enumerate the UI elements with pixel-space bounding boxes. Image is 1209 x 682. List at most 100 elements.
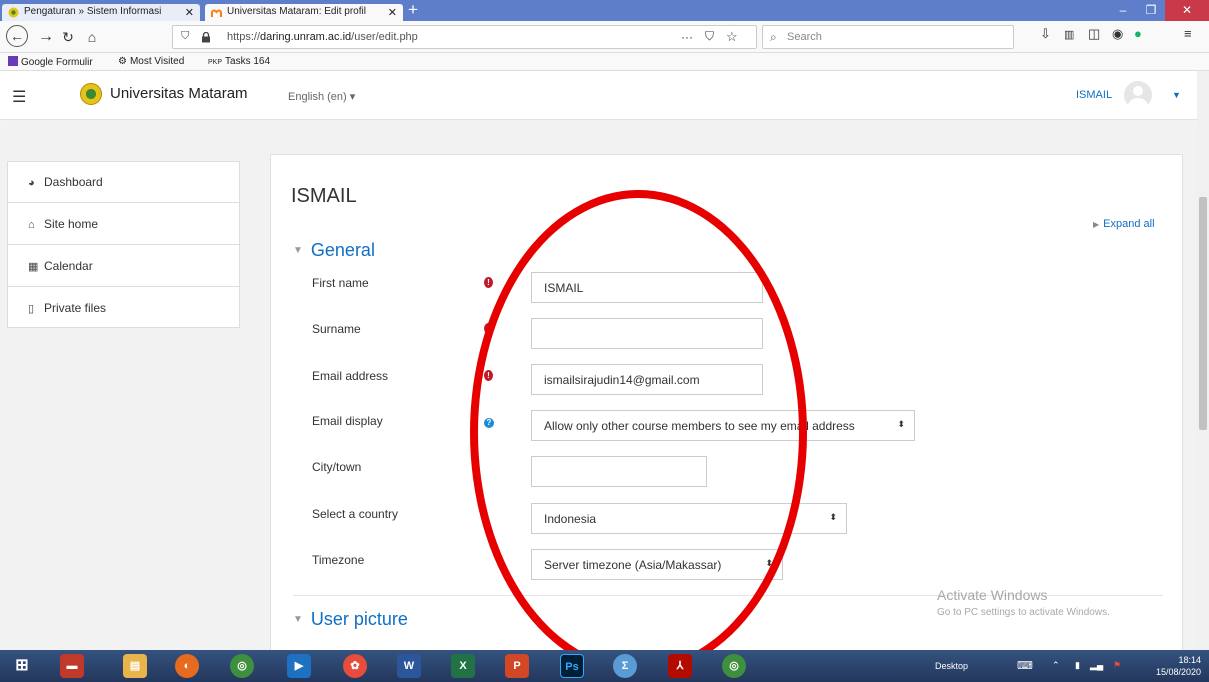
home-icon[interactable]: ⌂ xyxy=(80,25,104,49)
bookmark-google-formulir[interactable]: Google Formulir xyxy=(8,56,93,68)
desktop-toolbar[interactable]: Desktop xyxy=(935,661,995,671)
tray-chevron-icon[interactable]: ⌃ xyxy=(1052,660,1060,671)
close-tab-icon[interactable]: ✕ xyxy=(185,6,194,19)
caret-down-icon: ▼ xyxy=(293,614,303,625)
acrobat-icon[interactable]: ⅄ xyxy=(668,654,692,678)
hamburger-menu-icon[interactable]: ☰ xyxy=(12,87,26,107)
main-content: ISMAIL ▶ Expand all ▼ General First name !… xyxy=(270,154,1183,654)
email-field[interactable]: ismailsirajudin14@gmail.com xyxy=(531,364,763,395)
restore-icon[interactable]: ❐ xyxy=(1137,0,1165,21)
search-input[interactable]: ⌕ Search xyxy=(762,25,1014,49)
sidebar-item-calendar[interactable]: ▦ Calendar xyxy=(8,246,239,287)
sidebar-item-site-home[interactable]: ⌂ Site home xyxy=(8,204,239,245)
country-label: Select a country xyxy=(312,507,399,521)
search-placeholder: Search xyxy=(787,31,822,43)
expand-all-label: Expand all xyxy=(1103,218,1155,230)
window-controls: – ❐ ✕ xyxy=(1109,0,1209,21)
bookmark-most-visited[interactable]: ⚙ Most Visited xyxy=(118,56,184,67)
site-header: ☰ Universitas Mataram English (en) ▾ ISM… xyxy=(0,71,1197,120)
chrome-icon[interactable]: ◎ xyxy=(230,654,254,678)
sigma-app-icon[interactable]: Σ xyxy=(613,654,637,678)
battery-icon[interactable]: ▮ xyxy=(1075,660,1080,671)
page-actions-icon[interactable]: ··· xyxy=(681,30,693,44)
bookmark-label: Most Visited xyxy=(129,56,185,67)
window-close-icon[interactable]: ✕ xyxy=(1165,0,1209,21)
section-user-picture-toggle[interactable]: ▼ User picture xyxy=(293,609,408,630)
first-name-field[interactable]: ISMAIL xyxy=(531,272,763,303)
app-icon-paw[interactable]: ✿ xyxy=(343,654,367,678)
excel-icon[interactable]: X xyxy=(451,654,475,678)
required-icon: ! xyxy=(484,370,493,381)
sidebar-item-private-files[interactable]: ▯ Private files xyxy=(8,288,239,329)
bookmark-star-icon[interactable]: ☆ xyxy=(726,29,738,45)
pocket-icon[interactable]: ⛉ xyxy=(705,29,714,44)
signal-icon[interactable]: ▂▄ xyxy=(1090,660,1103,671)
timezone-value: Server timezone (Asia/Makassar) xyxy=(544,558,722,572)
app-icon-book[interactable]: ▬ xyxy=(60,654,84,678)
photoshop-icon[interactable]: Ps xyxy=(560,654,584,678)
reload-icon[interactable]: ↻ xyxy=(56,25,80,49)
city-field[interactable] xyxy=(531,456,707,487)
clock-date: 15/08/2020 xyxy=(1155,667,1201,677)
clock[interactable]: 18:14 15/08/2020 xyxy=(1156,654,1201,678)
site-name[interactable]: Universitas Mataram xyxy=(110,85,248,102)
extension-icon[interactable]: ● xyxy=(1134,26,1142,41)
email-display-select[interactable]: Allow only other course members to see m… xyxy=(531,410,915,441)
back-arrow-icon[interactable]: ← xyxy=(6,25,28,47)
help-icon[interactable]: ? xyxy=(484,418,494,428)
minimize-icon[interactable]: – xyxy=(1109,0,1137,21)
windows-start-icon[interactable]: ⊞ xyxy=(10,654,34,678)
expand-all-link[interactable]: ▶ Expand all xyxy=(1093,218,1155,230)
language-menu[interactable]: English (en) ▾ xyxy=(288,90,355,103)
sidebar-item-dashboard[interactable]: ◕ Dashboard xyxy=(8,162,239,203)
surname-label: Surname xyxy=(312,322,361,336)
caret-right-icon: ▶ xyxy=(1093,220,1100,229)
timezone-select[interactable]: Server timezone (Asia/Makassar) ⬍ xyxy=(531,549,783,580)
menu-icon[interactable]: ≡ xyxy=(1184,26,1192,41)
site-favicon-icon xyxy=(8,7,19,18)
close-tab-icon[interactable]: ✕ xyxy=(388,6,397,19)
scrollbar-thumb[interactable] xyxy=(1199,197,1207,430)
lock-icon xyxy=(202,32,210,43)
keyboard-icon[interactable]: ⌨ xyxy=(1017,659,1033,672)
bookmarks-bar: Google Formulir ⚙ Most Visited PKP Tasks 1… xyxy=(0,53,1209,71)
url-bar[interactable]: ⛉ https://daring.unram.ac.id/user/edit.p… xyxy=(172,25,757,49)
file-icon: ▯ xyxy=(28,303,35,315)
section-general-toggle[interactable]: ▼ General xyxy=(293,240,375,261)
page-scrollbar[interactable] xyxy=(1197,71,1209,650)
chrome-icon-2[interactable]: ◎ xyxy=(722,654,746,678)
country-select[interactable]: Indonesia ⬍ xyxy=(531,503,847,534)
bookmark-label: Google Formulir xyxy=(21,57,93,68)
word-icon[interactable]: W xyxy=(397,654,421,678)
moodle-favicon-icon xyxy=(211,9,222,17)
chevron-down-icon[interactable]: ▼ xyxy=(1172,90,1181,100)
university-logo[interactable] xyxy=(80,83,102,105)
bookmark-tasks[interactable]: PKP Tasks 164 xyxy=(208,56,270,67)
surname-field[interactable] xyxy=(531,318,763,349)
url-prefix: https:// xyxy=(227,31,261,43)
tab-pengaturan[interactable]: Pengaturan » Sistem Informasi ✕ xyxy=(2,4,200,21)
powerpoint-icon[interactable]: P xyxy=(505,654,529,678)
file-explorer-icon[interactable]: ▤ xyxy=(123,654,147,678)
browser-nav-bar: ← → ↻ ⌂ ⛉ https://daring.unram.ac.id/use… xyxy=(0,21,1209,53)
url-text: https://daring.unram.ac.id/user/edit.php xyxy=(227,31,418,43)
email-display-value: Allow only other course members to see m… xyxy=(544,419,855,433)
library-icon[interactable]: ▥ xyxy=(1064,28,1074,41)
user-name[interactable]: ISMAIL xyxy=(1076,89,1112,101)
media-player-icon[interactable]: ▶ xyxy=(287,654,311,678)
city-label: City/town xyxy=(312,460,362,474)
sidebar-icon[interactable]: ◫ xyxy=(1088,26,1100,42)
home-icon: ⌂ xyxy=(28,219,35,231)
caret-down-icon: ▼ xyxy=(293,245,303,256)
search-icon: ⌕ xyxy=(770,30,777,44)
flag-icon[interactable]: ⚑ xyxy=(1113,660,1121,671)
dashboard-icon: ◕ xyxy=(28,177,35,189)
tab-edit-profile[interactable]: Universitas Mataram: Edit profil ✕ xyxy=(205,4,403,21)
account-icon[interactable]: ◉ xyxy=(1112,26,1123,42)
first-name-label: First name xyxy=(312,276,369,290)
forward-arrow-icon[interactable]: → xyxy=(34,25,58,49)
firefox-icon[interactable]: ◐ xyxy=(175,654,199,678)
new-tab-button[interactable]: + xyxy=(408,1,418,18)
downloads-icon[interactable]: ⇩ xyxy=(1040,26,1051,42)
avatar[interactable] xyxy=(1124,81,1152,109)
